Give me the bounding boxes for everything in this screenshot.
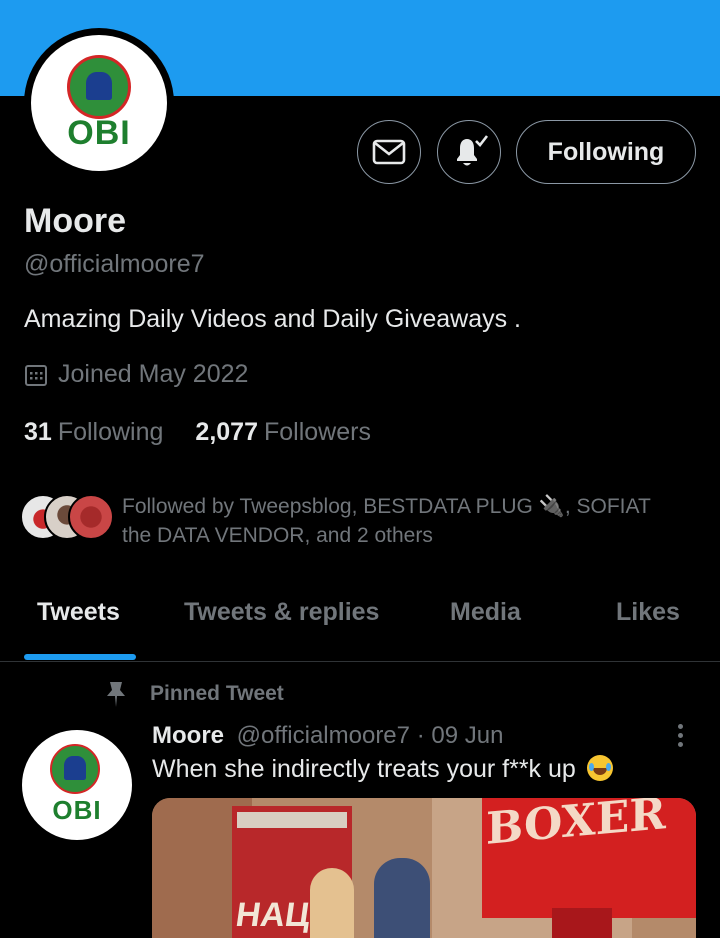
profile-bio: Amazing Daily Videos and Daily Giveaways…: [24, 305, 521, 333]
tweet-separator: ·: [416, 722, 425, 749]
notifications-button[interactable]: [437, 120, 501, 184]
followed-by-avatars: [20, 492, 114, 542]
envelope-icon: [372, 139, 406, 165]
pinned-label-text: Pinned Tweet: [150, 682, 284, 705]
joined-date: Joined May 2022: [24, 360, 248, 389]
tweet-text-body: When she indirectly treats your f**k up: [152, 755, 576, 783]
profile-name: Moore: [24, 202, 126, 240]
pinned-tweet-label: Pinned Tweet: [104, 680, 284, 708]
tweet-avatar-logo-text: OBI: [52, 795, 102, 825]
followers-count: 2,077: [195, 418, 258, 446]
followers-stat[interactable]: 2,077 Followers: [195, 418, 371, 447]
media-poster-text: НАЦ: [233, 896, 313, 934]
followers-stat-label: Followers: [263, 418, 371, 446]
calendar-icon: [25, 364, 47, 386]
joined-label: Joined May 2022: [58, 360, 249, 388]
tweet-date[interactable]: 09 Jun: [431, 722, 503, 749]
media-figure: [310, 868, 354, 938]
avatar-logo-text: OBI: [67, 114, 131, 152]
following-count: 31: [24, 418, 52, 446]
following-button[interactable]: Following: [516, 120, 696, 184]
profile-stats: 31 Following 2,077 Followers: [24, 418, 371, 447]
profile-tabs: Tweets Tweets & replies Media Likes: [0, 582, 720, 662]
following-stat-label: Following: [57, 418, 164, 446]
media-machine-stand: [552, 908, 612, 938]
bell-check-icon: [457, 135, 489, 166]
follower-avatar: [68, 494, 114, 540]
party-logo-emblem: [50, 744, 100, 794]
tweet-author-name[interactable]: Moore: [152, 722, 224, 749]
tab-tweets[interactable]: Tweets: [37, 598, 120, 627]
active-tab-indicator: [24, 654, 136, 660]
tab-media[interactable]: Media: [450, 598, 521, 627]
followed-by-text: Followed by Tweepsblog, BESTDATA PLUG 🔌,…: [122, 495, 651, 547]
pin-icon: [107, 682, 125, 707]
tweet-media[interactable]: НАЦ BOXER: [152, 798, 696, 938]
media-poster-header: [237, 812, 347, 828]
profile-handle: @officialmoore7: [24, 250, 205, 278]
following-stat[interactable]: 31 Following: [24, 418, 163, 447]
followed-by[interactable]: Followed by Tweepsblog, BESTDATA PLUG 🔌,…: [20, 492, 682, 550]
laughing-emoji-icon: [586, 755, 613, 781]
profile-avatar[interactable]: OBI: [24, 28, 174, 178]
message-button[interactable]: [357, 120, 421, 184]
more-options-icon[interactable]: [670, 720, 690, 750]
tab-tweets-replies[interactable]: Tweets & replies: [184, 598, 379, 627]
tweet-avatar[interactable]: OBI: [22, 730, 132, 840]
tab-likes[interactable]: Likes: [616, 598, 680, 627]
tweet-text: When she indirectly treats your f**k up: [152, 755, 613, 784]
tweet-author-handle[interactable]: @officialmoore7: [237, 722, 410, 749]
media-figure: [374, 858, 430, 938]
tweet-header: Moore @officialmoore7 · 09 Jun: [152, 722, 503, 750]
party-logo-emblem: [67, 55, 131, 119]
